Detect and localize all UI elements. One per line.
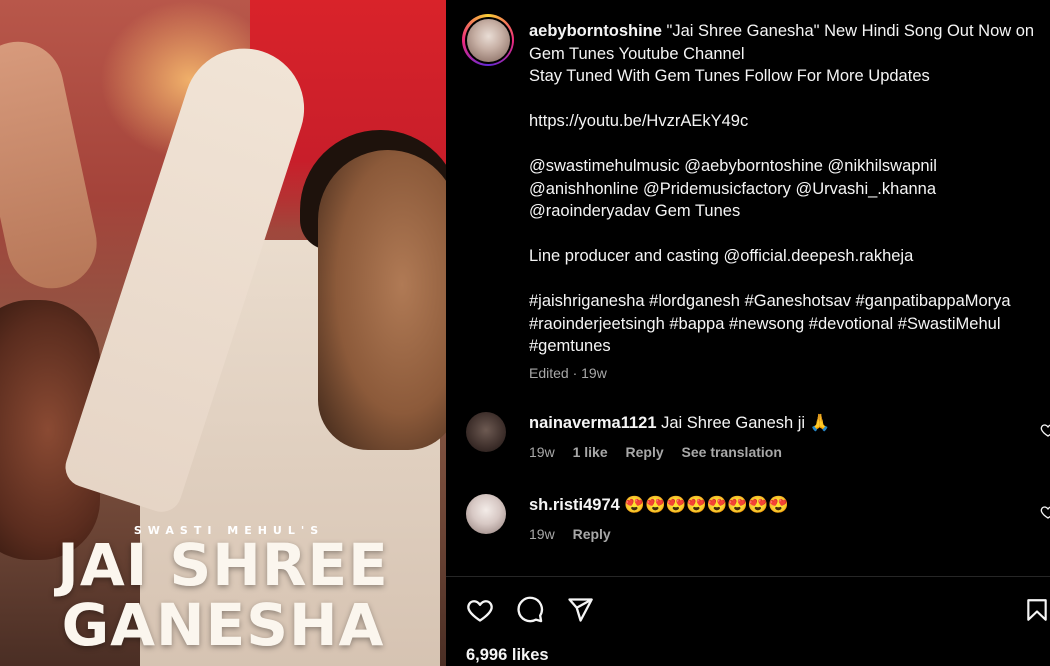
caption-mentions[interactable]: @swastimehulmusic @aebyborntoshine @nikh… <box>529 155 1049 223</box>
song-title-line1: JAI SHREE <box>57 531 389 599</box>
heart-icon[interactable] <box>466 596 494 624</box>
song-title: JAI SHREE GANESHA <box>0 535 446 655</box>
see-translation-button[interactable]: See translation <box>682 444 782 460</box>
caption-link[interactable]: https://youtu.be/HvzrAEkY49c <box>529 110 1049 133</box>
action-bar <box>466 596 1050 624</box>
comment-username[interactable]: nainaverma1121 <box>529 414 657 432</box>
raised-hand-left <box>0 33 106 297</box>
author-avatar-image <box>466 18 510 62</box>
comment-likes[interactable]: 1 like <box>573 444 608 460</box>
post-media[interactable]: SWASTI MEHUL'S JAI SHREE GANESHA <box>0 0 446 666</box>
comment-meta: 19w Reply <box>529 526 625 542</box>
caption: aebyborntoshine "Jai Shree Ganesha" New … <box>529 20 1049 384</box>
avatar[interactable] <box>466 412 506 452</box>
caption-edited-time: Edited · 19w <box>529 364 607 381</box>
comment-meta: 19w 1 like Reply See translation <box>529 444 796 460</box>
avatar[interactable] <box>466 494 506 534</box>
send-icon[interactable] <box>566 596 594 624</box>
person-face <box>318 150 446 450</box>
bookmark-icon[interactable] <box>1024 596 1050 624</box>
caption-line2: Stay Tuned With Gem Tunes Follow For Mor… <box>529 67 930 85</box>
comment-username[interactable]: sh.risti4974 <box>529 496 620 514</box>
comment-text: Jai Shree Ganesh ji 🙏 <box>656 414 831 432</box>
comment-time: 19w <box>529 526 555 542</box>
comment-like-heart-icon[interactable] <box>1040 504 1050 520</box>
reply-button[interactable]: Reply <box>573 526 611 542</box>
comment-time: 19w <box>529 444 555 460</box>
comment-like-heart-icon[interactable] <box>1040 422 1050 438</box>
song-title-line2: GANESHA <box>61 591 385 659</box>
caption-username[interactable]: aebyborntoshine <box>529 22 662 40</box>
caption-hashtags[interactable]: #jaishriganesha #lordganesh #Ganeshotsav… <box>529 290 1049 358</box>
post-side-panel: aebyborntoshine "Jai Shree Ganesha" New … <box>446 0 1050 666</box>
comment-text: 😍😍😍😍😍😍😍😍 <box>619 496 789 514</box>
comment-icon[interactable] <box>516 596 544 624</box>
likes-count[interactable]: 6,996 likes <box>466 646 549 665</box>
reply-button[interactable]: Reply <box>626 444 664 460</box>
caption-credits: Line producer and casting @official.deep… <box>529 247 914 265</box>
author-avatar[interactable] <box>462 14 514 66</box>
divider <box>446 576 1050 577</box>
